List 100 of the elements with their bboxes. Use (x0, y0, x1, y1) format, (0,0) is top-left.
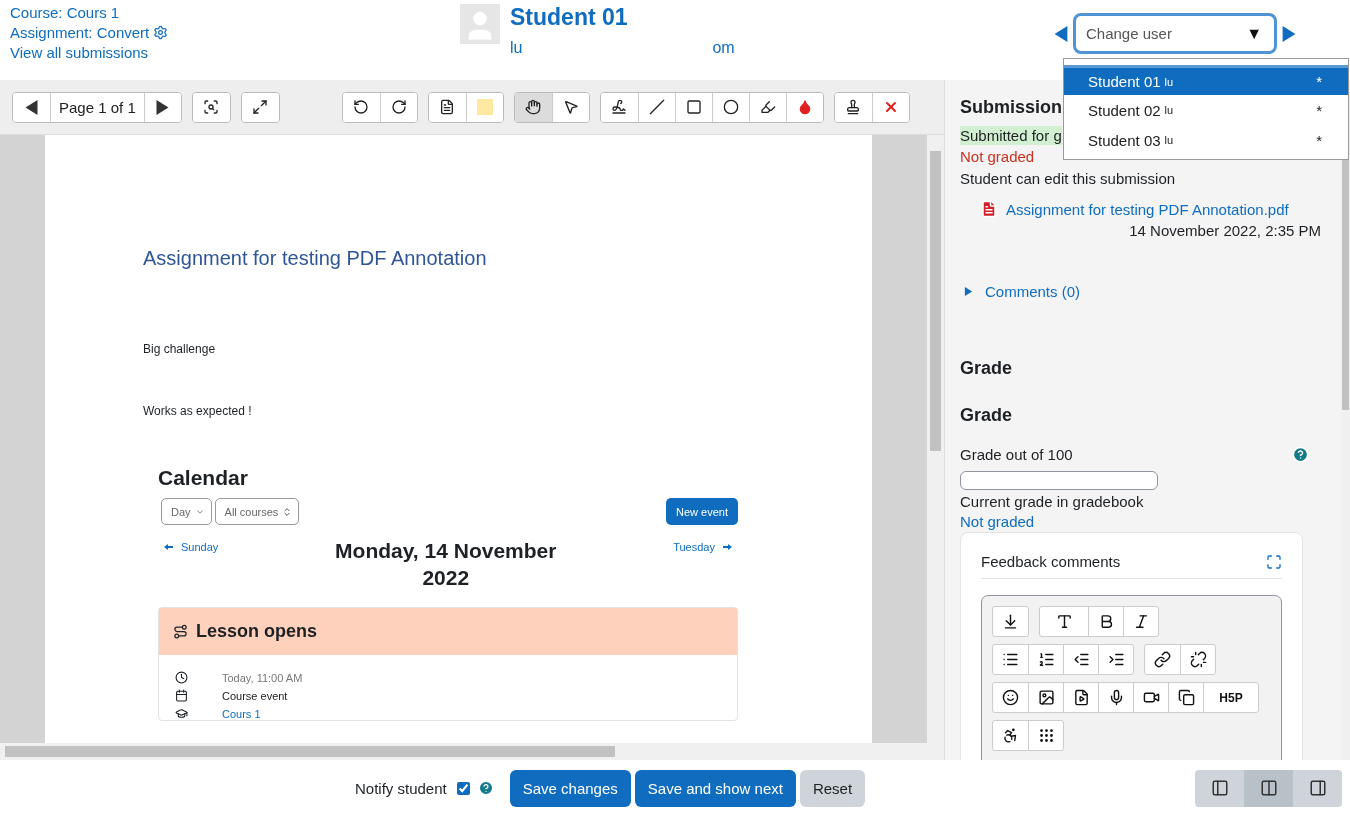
save-button[interactable]: Save changes (509, 769, 631, 807)
change-user-select[interactable]: Change user ▼ (1073, 13, 1277, 54)
vertical-scrollbar[interactable] (927, 135, 944, 760)
horizontal-scrollbar[interactable] (0, 743, 927, 760)
reset-button[interactable]: Reset (799, 769, 866, 807)
search-comments-button[interactable] (192, 92, 230, 122)
panel-left-icon (1210, 779, 1229, 797)
calendar-icon (175, 689, 188, 702)
drop-tool-button[interactable] (785, 92, 823, 122)
next-user-icon (1281, 25, 1297, 42)
pointer-tool-button[interactable] (551, 92, 589, 122)
previous-user-icon (1053, 25, 1069, 42)
grade-input[interactable] (960, 471, 1158, 490)
files-icon (1177, 689, 1195, 706)
grade-label: Grade out of 100 (960, 446, 1073, 463)
layout-button[interactable] (1293, 769, 1342, 807)
grading-status: Not graded (960, 148, 1036, 165)
help-icon (477, 780, 494, 796)
submission-status: Submitted for g (960, 126, 1062, 145)
triangle-left-icon (24, 99, 39, 115)
view-select[interactable]: Day (161, 498, 212, 525)
file-link[interactable]: Assignment for testing PDF Annotation.pdf (1006, 200, 1289, 218)
section-heading: Grade (960, 358, 1013, 379)
indent-icon (1107, 651, 1125, 668)
graduation-cap-icon (175, 707, 188, 720)
color-swatch (476, 99, 493, 115)
arrow-left-icon (164, 544, 173, 550)
next-page-button[interactable] (143, 92, 181, 122)
student-name[interactable]: Student 01 (510, 4, 735, 31)
unlink-icon (1189, 651, 1207, 668)
panel-scrollbar[interactable] (1341, 80, 1350, 760)
select-placeholder: Change user (1086, 25, 1172, 42)
rotate-right-button[interactable] (379, 92, 417, 122)
columns-icon (1259, 779, 1278, 797)
comment-color-button[interactable] (465, 92, 503, 122)
clock-icon (175, 671, 188, 684)
arrow-down-icon (1002, 613, 1019, 630)
pen-icon (611, 99, 628, 115)
smiley-icon (1002, 689, 1019, 706)
rectangle-icon (685, 99, 702, 115)
event-detail: Course event (222, 689, 288, 702)
dots-icon (1037, 727, 1055, 744)
highlighter-icon (759, 99, 776, 115)
arrow-right-icon (723, 544, 732, 550)
file-date: 14 November 2022, 2:35 PM (1128, 222, 1321, 239)
assignment-link[interactable]: Assignment: Convert (10, 24, 150, 41)
course-link[interactable]: Course: Cours 1 (10, 4, 460, 21)
gradebook-link[interactable]: Not graded (960, 513, 1321, 530)
hand-tool-button[interactable] (514, 92, 552, 122)
new-event-button[interactable]: New event (666, 498, 738, 525)
course-link[interactable]: Cours 1 (222, 707, 261, 720)
save-next-button[interactable]: Save and show next (634, 769, 796, 807)
hand-icon (525, 99, 542, 115)
section-heading: Submission (960, 97, 1062, 118)
rotate-right-icon (390, 99, 407, 115)
numbered-list-icon (1037, 651, 1055, 668)
pdf-file-icon (980, 200, 998, 218)
stamp-icon (845, 99, 862, 115)
media-file-icon (1072, 689, 1090, 706)
circle-icon (722, 99, 739, 115)
email-text: lu (510, 39, 523, 57)
event-title: Lesson opens (196, 621, 318, 642)
submissions-link[interactable]: View all submissions (10, 44, 460, 61)
feedback-title: Feedback comments (981, 553, 1121, 570)
line-icon (648, 99, 665, 115)
notify-label: Notify student (355, 779, 447, 797)
comments-link[interactable]: Comments (0) (964, 283, 1321, 300)
user-option[interactable]: Student 01 lu * (1064, 65, 1348, 95)
caret-icon: ▼ (1246, 24, 1262, 43)
expand-button[interactable] (241, 92, 279, 122)
document-paragraph: Big challenge (143, 342, 217, 356)
delete-button[interactable] (871, 92, 909, 122)
comment-icon (439, 99, 456, 115)
calendar-title: Calendar (158, 466, 249, 490)
document-title: Assignment for testing PDF Annotation (143, 247, 488, 270)
h5p-button[interactable]: H5P (1203, 683, 1258, 712)
gradebook-label: Current grade in gradebook (960, 493, 1145, 510)
layout-button[interactable] (1244, 769, 1293, 807)
search-icon (203, 99, 220, 115)
next-day-link[interactable]: Tuesday (673, 541, 732, 553)
fullscreen-icon (1266, 553, 1282, 570)
document-paragraph: Works as expected ! (143, 404, 253, 418)
event-detail: Today, 11:00 AM (222, 671, 303, 684)
course-select[interactable]: All courses (214, 498, 300, 525)
sort-arrows-icon (282, 506, 293, 517)
image-icon (1037, 689, 1055, 706)
notify-checkbox[interactable] (456, 781, 470, 795)
font-icon (1055, 613, 1073, 630)
gear-icon (153, 25, 169, 40)
link-icon (1154, 651, 1171, 668)
route-icon (173, 624, 188, 639)
previous-day-link[interactable]: Sunday (164, 541, 219, 553)
rotate-left-icon (353, 99, 370, 115)
accessibility-icon (1002, 727, 1019, 744)
layout-button[interactable] (1195, 769, 1244, 807)
triangle-right-icon (155, 99, 171, 115)
email-text: om (712, 39, 735, 57)
expand-icon (252, 99, 269, 115)
expand-arrow-icon (964, 287, 973, 296)
grade-heading: Grade (960, 405, 1013, 426)
